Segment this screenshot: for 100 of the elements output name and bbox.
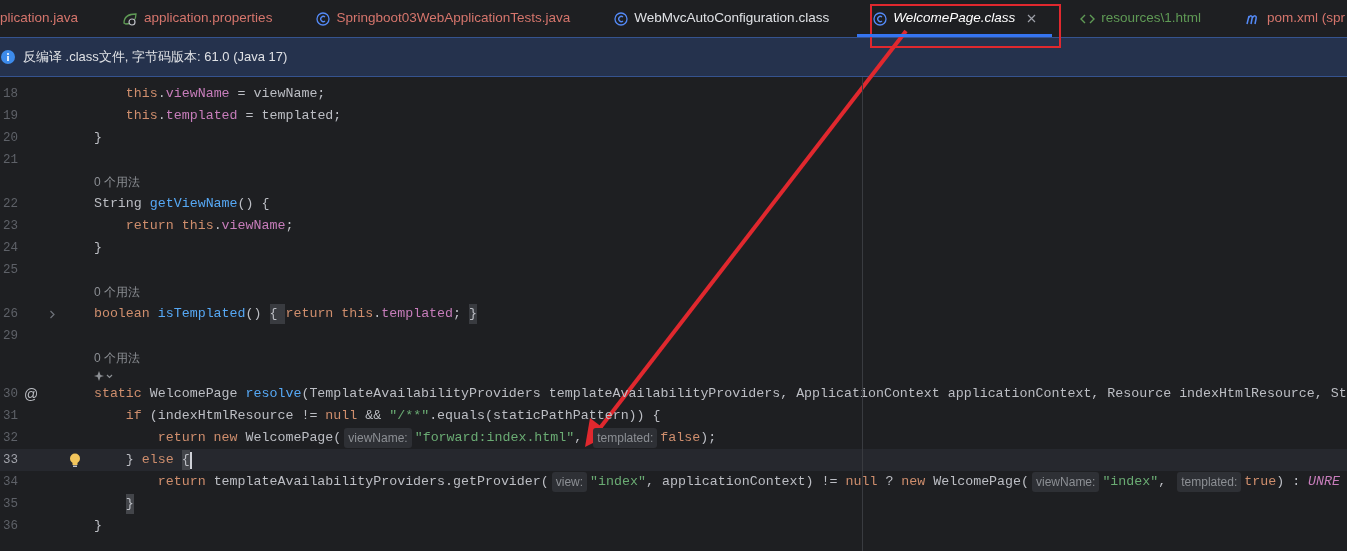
editor-tab[interactable]: WebMvcAutoConfiguration.class <box>592 0 852 37</box>
editor-tab[interactable]: pom.xml (spr <box>1223 0 1347 37</box>
code-token: ); <box>700 429 717 448</box>
code-token: getViewName <box>149 195 238 214</box>
parameter-hint: templated: <box>1177 472 1242 492</box>
code-token: viewName <box>221 217 286 236</box>
code-token: false <box>660 429 701 448</box>
code-token: if <box>125 407 143 426</box>
code-token: , <box>574 429 584 448</box>
line-number: 26 <box>2 305 19 323</box>
code-token: boolean <box>93 305 151 324</box>
line-number: 18 <box>2 85 19 103</box>
text-cursor <box>189 451 192 469</box>
parameter-hint: view: <box>551 472 588 492</box>
tab-label: application.properties <box>144 9 273 28</box>
code-token: return <box>157 473 207 492</box>
ai-sparkle-icon[interactable] <box>94 370 114 382</box>
line-number: 30 <box>2 385 19 403</box>
leaf-icon <box>122 11 139 26</box>
lightbulb-icon[interactable] <box>69 452 81 468</box>
line-number: 25 <box>2 261 19 279</box>
usage-hint[interactable]: 0 个用法 <box>94 283 140 301</box>
line-number: 21 <box>2 151 19 169</box>
code-token: else <box>141 451 175 470</box>
code-token: ? <box>885 473 895 492</box>
code-token: viewName <box>165 85 230 104</box>
class-icon <box>316 11 331 26</box>
editor-tab[interactable]: Springboot03WebApplicationTests.java <box>294 0 593 37</box>
editor-tab[interactable]: resources\1.html <box>1058 0 1223 37</box>
fold-chevron-icon[interactable] <box>49 309 56 319</box>
code-token: WelcomePage <box>149 385 239 404</box>
code-token: null <box>845 473 878 492</box>
code-token: . <box>157 85 166 104</box>
usage-hint[interactable]: 0 个用法 <box>94 349 140 367</box>
editor-tab[interactable]: WelcomePage.class <box>851 0 1059 37</box>
line-number: 22 <box>2 195 19 213</box>
tab-label: resources\1.html <box>1101 9 1201 28</box>
line-number: 24 <box>2 239 19 257</box>
line-number: 31 <box>2 407 19 425</box>
code-token: null <box>325 407 358 426</box>
code-token: () { <box>237 195 270 214</box>
code-token: } <box>125 494 134 514</box>
code-token: templated <box>165 107 238 126</box>
class-icon <box>873 11 888 26</box>
code-brackets-icon <box>1080 12 1096 25</box>
line-number: 36 <box>2 517 19 535</box>
code-token: = viewName; <box>237 85 326 104</box>
code-token: this <box>125 85 158 104</box>
tab-label: WelcomePage.class <box>893 9 1016 28</box>
line-number: 35 <box>2 495 19 513</box>
code-token: "forward:index.html" <box>414 429 575 448</box>
code-token: "index" <box>590 473 646 492</box>
code-token: resolve <box>245 385 302 404</box>
code-token: . <box>213 217 222 236</box>
code-token: WelcomePage( <box>245 429 342 448</box>
code-token: } <box>93 239 102 258</box>
code-token: } <box>93 129 102 148</box>
code-token: return this <box>125 217 214 236</box>
code-token: { <box>181 450 190 470</box>
line-number: 33 <box>2 451 19 469</box>
code-token: this <box>125 107 158 126</box>
code-token: isTemplated <box>157 305 246 324</box>
line-number: 20 <box>2 129 19 147</box>
code-token: (indexHtmlResource != <box>149 407 319 426</box>
override-marker[interactable]: @ <box>24 383 39 405</box>
tab-label: WebMvcAutoConfiguration.class <box>634 9 830 28</box>
code-token: } <box>469 304 477 324</box>
code-token: ; <box>453 305 462 324</box>
tab-label: plication.java <box>0 9 79 28</box>
code-token: UNRE <box>1308 473 1341 492</box>
code-token: "/**" <box>389 407 430 426</box>
code-token: { <box>269 304 286 324</box>
code-token: true <box>1244 473 1277 492</box>
info-icon <box>1 50 15 64</box>
class-icon <box>614 11 629 26</box>
code-token: ) : <box>1276 473 1302 492</box>
code-token: ; <box>285 217 294 236</box>
editor-tab[interactable]: application.properties <box>100 0 295 37</box>
code-token: "index" <box>1102 473 1159 492</box>
code-token: templated <box>381 305 454 324</box>
parameter-hint: templated: <box>593 428 658 448</box>
code-token: . <box>373 305 382 324</box>
code-token: String <box>93 195 143 214</box>
code-token: return this <box>285 305 374 324</box>
code-token: new <box>901 473 927 492</box>
tab-label: Springboot03WebApplicationTests.java <box>336 9 571 28</box>
line-number: 19 <box>2 107 19 125</box>
usage-hint[interactable]: 0 个用法 <box>94 173 140 191</box>
code-token: WelcomePage( <box>933 473 1030 492</box>
line-number: 32 <box>2 429 19 447</box>
code-token: } <box>93 517 102 536</box>
code-token: , <box>1158 473 1168 492</box>
editor-tab[interactable]: plication.java <box>0 0 101 37</box>
parameter-hint: viewName: <box>1032 472 1100 492</box>
code-token: templateAvailabilityProviders.getProvider( <box>213 473 549 492</box>
parameter-hint: viewName: <box>344 428 412 448</box>
code-token: return new <box>157 429 239 448</box>
line-number: 23 <box>2 217 19 235</box>
close-icon[interactable] <box>1027 14 1037 23</box>
code-token: } <box>125 451 135 470</box>
